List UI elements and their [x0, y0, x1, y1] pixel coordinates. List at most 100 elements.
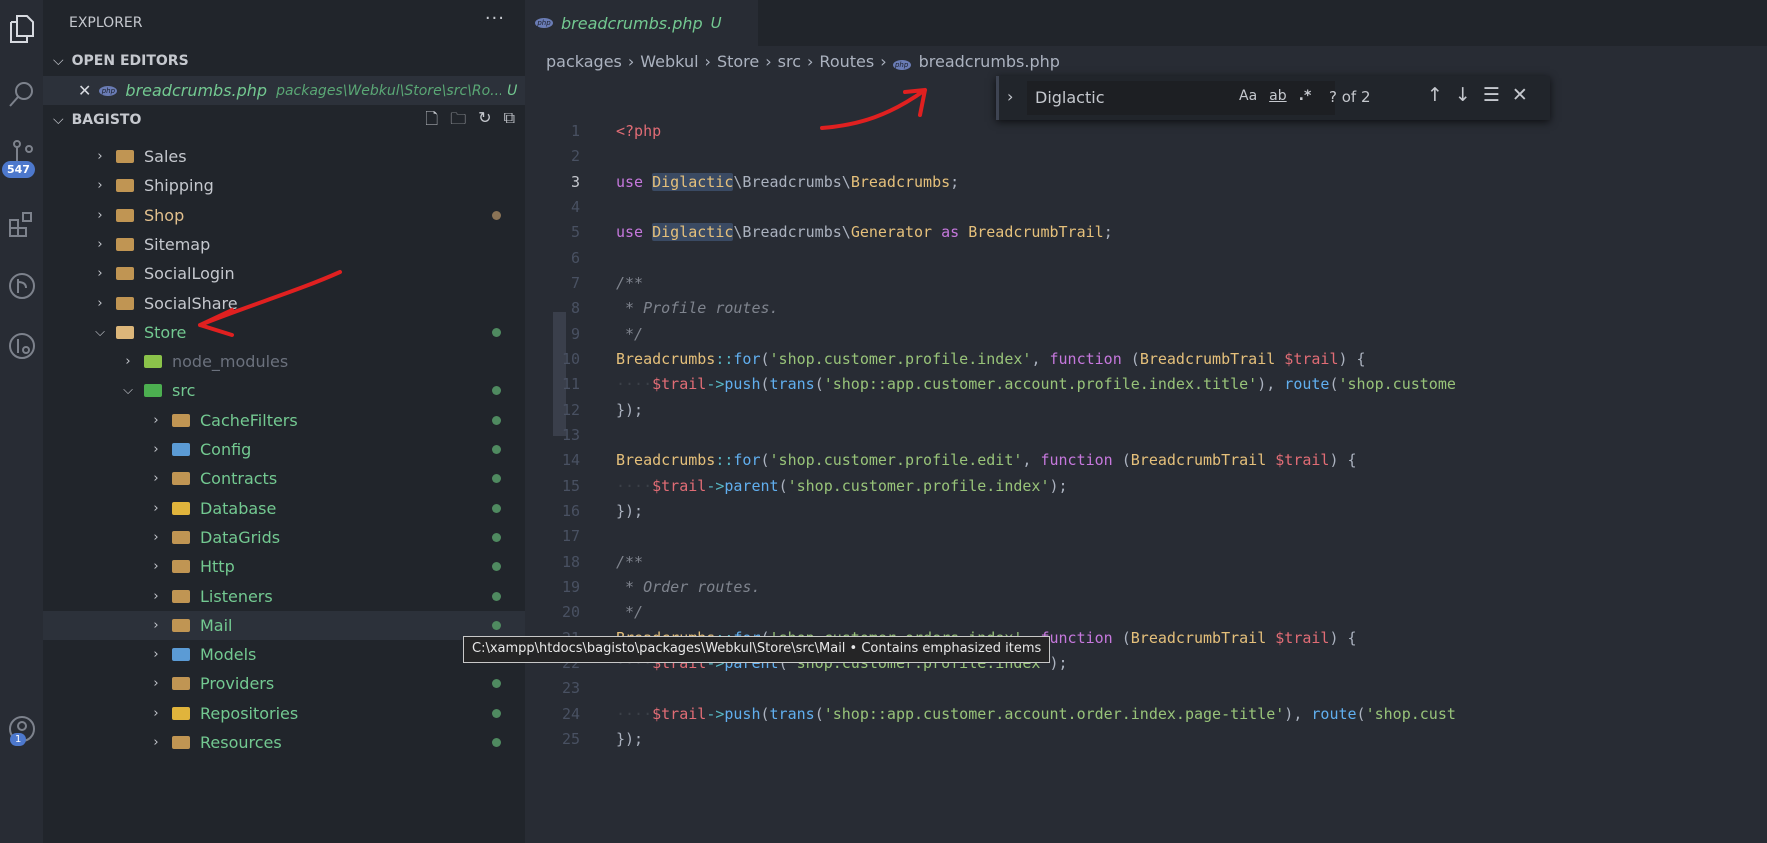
code-token: Breadcrumbs — [850, 172, 951, 191]
tree-item-label: Mail — [200, 615, 233, 635]
git-graph-icon[interactable] — [0, 262, 43, 310]
code-text: }); — [616, 499, 643, 524]
new-file-icon[interactable]: 🗋 — [425, 108, 438, 135]
toggle-replace-icon[interactable]: › — [1007, 87, 1013, 106]
tree-item[interactable]: › Contracts — [43, 464, 525, 493]
tree-item-label: Shipping — [144, 176, 214, 196]
open-editor-item[interactable]: ✕ php breadcrumbs.php packages\Webkul\St… — [43, 76, 525, 105]
line-number: 20 — [561, 603, 580, 622]
tree-item[interactable]: › CacheFilters — [43, 406, 525, 435]
code-text: /** — [616, 550, 643, 575]
git-status-dot — [492, 503, 501, 513]
tree-item[interactable]: › Repositories — [43, 699, 525, 728]
git-status-dot — [492, 562, 501, 572]
tree-item[interactable]: ⌵ Store — [43, 318, 525, 347]
tree-item[interactable]: › Database — [43, 494, 525, 523]
open-editors-header[interactable]: ⌵ OPEN EDITORS — [43, 47, 525, 75]
chevron-right-icon: › — [153, 500, 159, 516]
tree-item-label: Http — [200, 557, 235, 577]
models-folder-icon — [172, 648, 190, 662]
code-line: 1 <?php — [525, 119, 1767, 144]
tree-item[interactable]: › Shipping — [43, 171, 525, 200]
next-match-icon[interactable]: ↓ — [1455, 84, 1471, 106]
previous-match-icon[interactable]: ↑ — [1427, 84, 1443, 106]
code-token: /** — [616, 552, 644, 571]
code-token: * Order routes. — [616, 577, 761, 596]
code-text: */ — [616, 600, 643, 625]
chevron-right-icon: › — [153, 617, 159, 633]
git-status-dot — [492, 620, 501, 630]
search-icon[interactable] — [0, 70, 43, 118]
find-widget: › Diglactic Aa ab .* ? of 2 ↑ ↓ ☰ ✕ — [996, 76, 1550, 120]
folder-icon — [172, 472, 190, 486]
code-token: for — [733, 349, 761, 368]
tree-item[interactable]: ⌵ src — [43, 376, 525, 405]
tree-item[interactable]: › SocialLogin — [43, 259, 525, 288]
tree-item[interactable]: › Resources — [43, 728, 525, 757]
code-line: 4 — [525, 195, 1767, 220]
git-status-dot — [492, 679, 501, 689]
tree-item[interactable]: › SocialShare — [43, 289, 525, 318]
tree-item[interactable]: › Shop — [43, 201, 525, 230]
extensions-icon[interactable] — [0, 200, 43, 248]
find-in-selection-icon[interactable]: ☰ — [1483, 84, 1500, 106]
code-text: Breadcrumbs::for('shop.customer.profile.… — [616, 448, 1357, 473]
code-token: ; — [1103, 223, 1113, 242]
code-token: use — [616, 172, 653, 191]
code-token: }); — [616, 400, 644, 419]
code-line: 6 — [525, 246, 1767, 271]
tree-item[interactable]: › Sitemap — [43, 230, 525, 259]
breadcrumb-item[interactable]: Routes — [819, 52, 874, 71]
refresh-icon[interactable]: ↻ — [478, 108, 491, 135]
files-icon[interactable] — [0, 5, 43, 53]
close-icon[interactable]: ✕ — [1512, 84, 1528, 106]
pull-request-icon[interactable] — [0, 322, 43, 370]
chevron-right-icon: › — [97, 266, 103, 282]
code-line: 25}); — [525, 727, 1767, 752]
tree-item[interactable]: › Http — [43, 552, 525, 581]
chevron-right-icon: › — [97, 207, 103, 223]
more-actions-icon[interactable]: ··· — [485, 8, 505, 29]
new-folder-icon[interactable]: 🗀 — [450, 108, 466, 135]
tree-item[interactable]: › Models — [43, 640, 525, 669]
code-token: 'shop.customer.profile.edit' — [769, 451, 1023, 470]
code-token: BreadcrumbTrail — [968, 223, 1104, 242]
code-text: }); — [616, 398, 643, 423]
tree-item[interactable]: › Sales — [43, 142, 525, 171]
breadcrumb-item[interactable]: src — [778, 52, 801, 71]
folder-icon — [116, 208, 134, 222]
breadcrumb-item[interactable]: Store — [717, 52, 759, 71]
regex-toggle[interactable]: .* — [1299, 88, 1312, 104]
tree-item-label: node_modules — [172, 352, 289, 372]
tree-item-label: SocialLogin — [144, 264, 235, 284]
node-folder-icon — [144, 355, 162, 369]
tree-item[interactable]: › Config — [43, 435, 525, 464]
code-token: push — [724, 375, 761, 394]
tab-breadcrumbs-php[interactable]: php breadcrumbs.php U — [525, 0, 758, 46]
code-token: ( — [1112, 451, 1131, 470]
php-file-icon: php — [535, 18, 553, 28]
tree-item[interactable]: › node_modules — [43, 347, 525, 376]
account-icon[interactable] — [0, 705, 43, 753]
code-token: trans — [769, 375, 815, 394]
match-case-toggle[interactable]: Aa — [1239, 88, 1257, 104]
tree-item[interactable]: › DataGrids — [43, 523, 525, 552]
code-text: Breadcrumbs::for('shop.customer.profile.… — [616, 347, 1366, 372]
code-token: ( — [1112, 628, 1131, 647]
breadcrumb-item[interactable]: packages — [546, 52, 622, 71]
code-line: 20 */ — [525, 600, 1767, 625]
code-token: BreadcrumbTrail — [1139, 349, 1276, 368]
collapse-all-icon[interactable]: ⧉ — [504, 108, 515, 135]
tree-item[interactable]: › Listeners — [43, 582, 525, 611]
tree-item[interactable]: › Providers — [43, 669, 525, 698]
tree-item-label: Config — [200, 440, 252, 459]
git-status-dot — [492, 210, 501, 220]
code-line: 3 use Diglactic\Breadcrumbs\Breadcrumbs; — [525, 170, 1767, 195]
code-line: 12}); — [525, 398, 1767, 423]
scm-badge: 547 — [2, 161, 35, 178]
whole-word-toggle[interactable]: ab — [1269, 88, 1286, 104]
breadcrumb-item[interactable]: breadcrumbs.php — [919, 52, 1060, 71]
breadcrumb-item[interactable]: Webkul — [640, 52, 698, 71]
close-icon[interactable]: ✕ — [78, 81, 91, 100]
tree-item[interactable]: › Mail — [43, 610, 525, 640]
